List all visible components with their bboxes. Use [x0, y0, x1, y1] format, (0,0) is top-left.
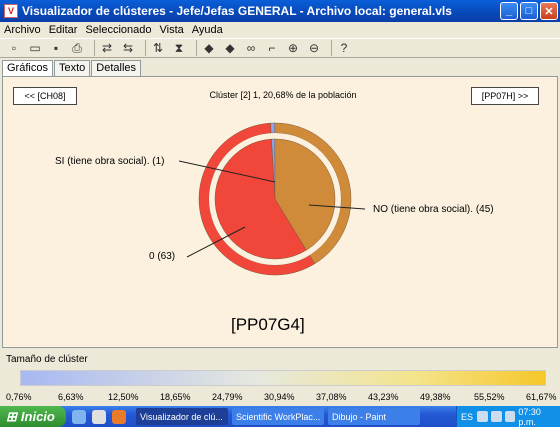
graphics-panel: << [CH08] Clúster [2] 1, 20,68% de la po…: [2, 76, 558, 348]
open-icon[interactable]: ▭: [27, 40, 43, 56]
sort-icon[interactable]: ⇅: [150, 40, 166, 56]
binoculars-icon[interactable]: ∞: [243, 40, 259, 56]
app-icon: V: [4, 4, 18, 18]
task-visualizador[interactable]: Visualizador de clú...: [136, 408, 228, 425]
maximize-button[interactable]: □: [520, 2, 538, 20]
size-tick: 49,38%: [420, 392, 451, 402]
volume-icon[interactable]: [490, 411, 502, 422]
size-tick: 0,76%: [6, 392, 32, 402]
size-tick: 55,52%: [474, 392, 505, 402]
taskbar: ⊞ Inicio Visualizador de clú... Scientifi…: [0, 406, 560, 427]
save-icon[interactable]: ▪: [48, 40, 64, 56]
cluster-size-ticks: 0,76% 6,63% 12,50% 18,65% 24,79% 30,94% …: [0, 392, 560, 404]
toolbar: ▫ ▭ ▪ ⎙ ⇄ ⇆ ⇅ ⧗ ◆ ◆ ∞ ⌐ ⊕ ⊖ ?: [0, 38, 560, 58]
size-tick: 24,79%: [212, 392, 243, 402]
menu-editar[interactable]: Editar: [49, 24, 78, 36]
arrow-left-icon[interactable]: ◆: [201, 40, 217, 56]
toolbar-separator: [196, 40, 197, 56]
size-tick: 43,23%: [368, 392, 399, 402]
size-tick: 37,08%: [316, 392, 347, 402]
tab-strip: Gráficos Texto Detalles: [2, 60, 142, 76]
tab-graficos[interactable]: Gráficos: [2, 60, 53, 76]
zoom-in-icon[interactable]: ⊕: [285, 40, 301, 56]
minimize-button[interactable]: _: [500, 2, 518, 20]
network-icon[interactable]: [477, 411, 488, 422]
label-zero: 0 (63): [149, 251, 176, 262]
security-icon[interactable]: [504, 411, 516, 422]
title-bar: V Visualizador de clústeres - Jefe/Jefas…: [0, 0, 560, 22]
menu-archivo[interactable]: Archivo: [4, 24, 41, 36]
language-indicator[interactable]: ES: [461, 412, 473, 422]
desktop-icon[interactable]: [92, 409, 106, 424]
toolbar-separator: [94, 40, 95, 56]
menu-vista[interactable]: Vista: [160, 24, 184, 36]
size-tick: 30,94%: [264, 392, 295, 402]
toolbar-separator: [331, 40, 332, 56]
firefox-icon[interactable]: [112, 409, 126, 424]
close-button[interactable]: ✕: [540, 2, 558, 20]
toolbar-separator: [145, 40, 146, 56]
select-icon[interactable]: ⌐: [264, 40, 280, 56]
variable-name: [PP07G4]: [231, 315, 305, 334]
clock: 07:30 p.m.: [518, 406, 541, 427]
window-title: Visualizador de clústeres - Jefe/Jefas G…: [22, 4, 452, 18]
label-no: NO (tiene obra social). (45): [373, 204, 494, 215]
swap-icon[interactable]: ⇄: [99, 40, 115, 56]
task-scientific[interactable]: Scientific WorkPlac...: [232, 408, 324, 425]
help-icon[interactable]: ?: [336, 40, 352, 56]
windows-logo-icon: ⊞: [6, 408, 17, 424]
menu-seleccionado[interactable]: Seleccionado: [85, 24, 151, 36]
label-si: SI (tiene obra social). (1): [55, 156, 165, 167]
arrow-right-icon[interactable]: ◆: [222, 40, 238, 56]
start-label: Inicio: [20, 409, 55, 424]
task-paint[interactable]: Dibujo - Paint: [328, 408, 420, 425]
new-icon[interactable]: ▫: [6, 40, 22, 56]
swap-back-icon[interactable]: ⇆: [120, 40, 136, 56]
size-tick: 18,65%: [160, 392, 191, 402]
cluster-size-label: Tamaño de clúster: [6, 354, 88, 365]
print-icon[interactable]: ⎙: [69, 40, 85, 56]
system-tray: ES 07:30 p.m.: [456, 406, 560, 427]
tab-texto[interactable]: Texto: [53, 60, 91, 76]
zoom-out-icon[interactable]: ⊖: [306, 40, 322, 56]
size-tick: 6,63%: [58, 392, 84, 402]
cluster-size-gradient: [20, 370, 546, 386]
filter-icon[interactable]: ⧗: [171, 40, 187, 56]
ie-icon[interactable]: [72, 409, 86, 424]
start-button[interactable]: ⊞ Inicio: [0, 406, 66, 427]
size-tick: 12,50%: [108, 392, 139, 402]
size-tick: 61,67%: [526, 392, 557, 402]
menu-bar: Archivo Editar Seleccionado Vista Ayuda: [0, 22, 560, 38]
menu-ayuda[interactable]: Ayuda: [192, 24, 223, 36]
tab-detalles[interactable]: Detalles: [91, 60, 142, 76]
